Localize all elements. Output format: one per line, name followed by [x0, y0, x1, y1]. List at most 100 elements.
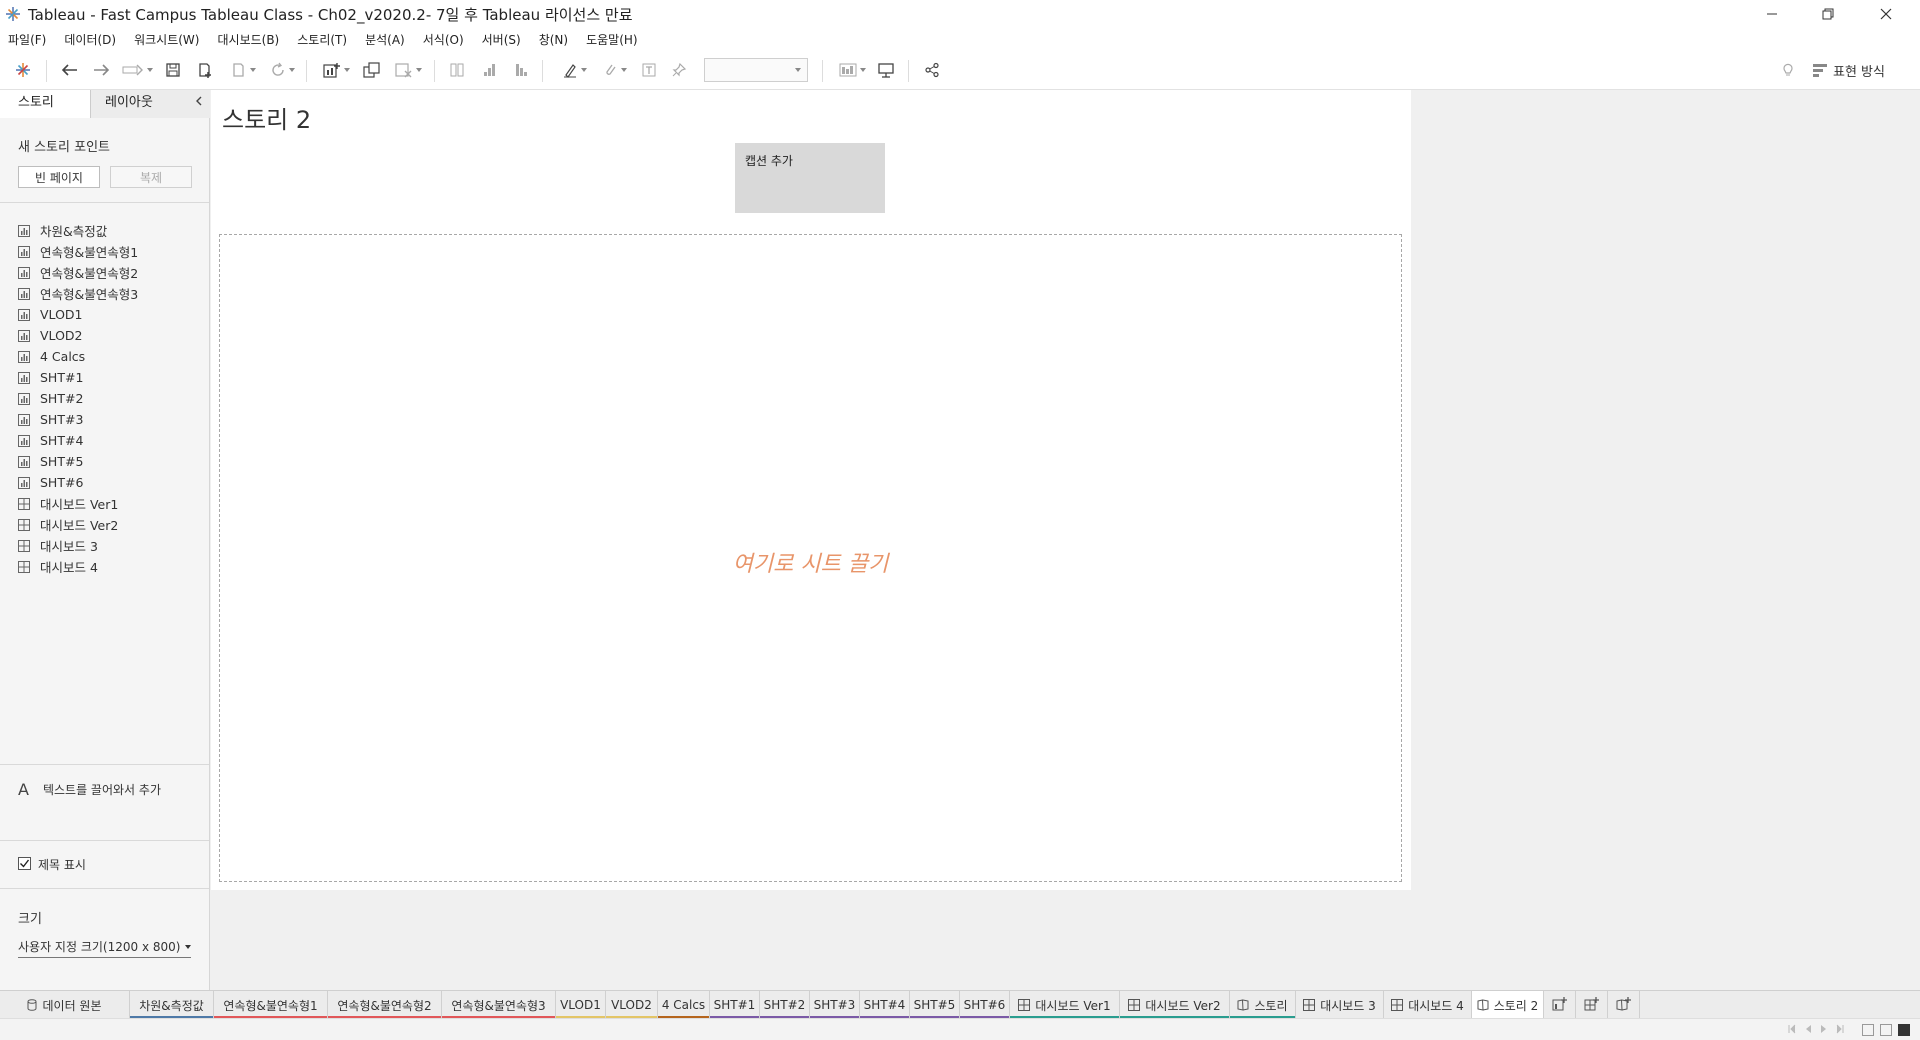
menu-format[interactable]: 서식(O)	[423, 31, 464, 48]
sheet-tab[interactable]: 4 Calcs	[658, 991, 710, 1019]
duplicate-sheet-button[interactable]	[360, 58, 384, 82]
blank-page-button[interactable]: 빈 페이지	[18, 166, 100, 188]
swap-rows-columns-button[interactable]	[446, 58, 468, 82]
story-sheet-item[interactable]: 연속형&불연속형1	[18, 241, 203, 262]
new-worksheet-button[interactable]	[318, 58, 354, 82]
sheet-tab[interactable]: SHT#5	[910, 991, 960, 1019]
close-button[interactable]	[1858, 0, 1914, 28]
sheet-tab[interactable]: 대시보드 Ver1	[1010, 991, 1120, 1019]
sheet-tab[interactable]: 데이터 원본	[0, 991, 130, 1019]
fix-axes-button[interactable]	[668, 58, 690, 82]
new-worksheet-icon	[322, 63, 340, 78]
run-update-button[interactable]	[264, 58, 300, 82]
group-members-button[interactable]	[596, 58, 632, 82]
filmstrip-view-icon[interactable]	[1862, 1024, 1874, 1036]
new-dashboard-tab-button[interactable]	[1576, 991, 1608, 1019]
pause-auto-updates-button[interactable]	[226, 58, 260, 82]
save-button[interactable]	[162, 58, 184, 82]
undo-button[interactable]	[58, 58, 82, 82]
sheet-tab[interactable]: VLOD2	[606, 991, 658, 1019]
fit-dropdown[interactable]	[704, 58, 808, 82]
story-sheet-item[interactable]: 4 Calcs	[18, 346, 203, 367]
story-sheet-item[interactable]: VLOD2	[18, 325, 203, 346]
view-mode-switcher[interactable]	[1862, 1024, 1910, 1036]
sheet-tab[interactable]: 차원&측정값	[130, 991, 214, 1019]
show-mark-labels-button[interactable]	[638, 58, 660, 82]
tableau-home-button[interactable]	[12, 58, 34, 82]
highlight-button[interactable]	[556, 58, 592, 82]
sheet-tab[interactable]: VLOD1	[556, 991, 606, 1019]
duplicate-button[interactable]: 복제	[110, 166, 192, 188]
story-canvas-area: 스토리 2 캡션 추가 여기로 시트 끌기	[211, 90, 1920, 990]
story-sheet-item[interactable]: SHT#6	[18, 472, 203, 493]
pause-updates-icon	[232, 63, 244, 77]
story-sheet-item[interactable]: 연속형&불연속형3	[18, 283, 203, 304]
sheet-tab[interactable]: 대시보드 4	[1384, 991, 1472, 1019]
sheet-tab[interactable]: SHT#4	[860, 991, 910, 1019]
show-title-checkbox[interactable]	[18, 857, 31, 870]
story-sheet-item[interactable]: VLOD1	[18, 304, 203, 325]
worksheet-icon	[18, 455, 30, 468]
size-dropdown[interactable]: 사용자 지정 크기(1200 x 800)	[18, 938, 192, 958]
replay-button[interactable]	[118, 58, 156, 82]
menu-server[interactable]: 서버(S)	[482, 31, 521, 48]
sort-ascending-button[interactable]	[478, 58, 500, 82]
sheet-tab[interactable]: 대시보드 3	[1296, 991, 1384, 1019]
sheet-tab[interactable]: 대시보드 Ver2	[1120, 991, 1230, 1019]
restore-button[interactable]	[1800, 0, 1856, 28]
format-painter-button[interactable]	[1776, 58, 1800, 82]
redo-button[interactable]	[89, 58, 113, 82]
sheet-tab[interactable]: SHT#6	[960, 991, 1010, 1019]
menu-help[interactable]: 도움말(H)	[586, 31, 638, 48]
story-sheet-item[interactable]: 대시보드 4	[18, 556, 203, 577]
sheet-tab[interactable]: SHT#2	[760, 991, 810, 1019]
new-data-source-button[interactable]	[194, 58, 216, 82]
share-button[interactable]	[920, 58, 944, 82]
drag-text-object[interactable]: A 텍스트를 끌어와서 추가	[18, 780, 161, 799]
show-me-button[interactable]: 표현 방식	[1812, 58, 1912, 82]
sheet-tab[interactable]: 연속형&불연속형1	[214, 991, 328, 1019]
story-sheet-item[interactable]: SHT#2	[18, 388, 203, 409]
story-point-caption[interactable]: 캡션 추가	[735, 143, 885, 213]
story-sheet-item[interactable]: 대시보드 3	[18, 535, 203, 556]
clear-sheet-button[interactable]	[390, 58, 426, 82]
sheet-tab[interactable]: 연속형&불연속형3	[442, 991, 556, 1019]
sheet-tab[interactable]: 스토리 2	[1472, 991, 1544, 1019]
sheet-tab[interactable]: 연속형&불연속형2	[328, 991, 442, 1019]
sheet-tab[interactable]: 스토리	[1230, 991, 1296, 1019]
presentation-mode-button[interactable]	[874, 58, 898, 82]
sheet-tab-label: 대시보드 Ver2	[1145, 998, 1221, 1013]
story-sheet-item[interactable]: 대시보드 Ver1	[18, 493, 203, 514]
sheet-tab[interactable]: SHT#1	[710, 991, 760, 1019]
tab-story[interactable]: 스토리	[0, 90, 90, 118]
menu-data[interactable]: 데이터(D)	[64, 31, 116, 48]
menu-analysis[interactable]: 분석(A)	[365, 31, 405, 48]
menu-dashboard[interactable]: 대시보드(B)	[217, 31, 279, 48]
story-sheet-item[interactable]: 대시보드 Ver2	[18, 514, 203, 535]
sort-descending-button[interactable]	[510, 58, 532, 82]
story-sheet-item[interactable]: 차원&측정값	[18, 220, 203, 241]
menu-story[interactable]: 스토리(T)	[297, 31, 347, 48]
sheet-tab[interactable]: SHT#3	[810, 991, 860, 1019]
story-title[interactable]: 스토리 2	[222, 100, 311, 135]
menu-window[interactable]: 창(N)	[539, 31, 568, 48]
sheet-sorter-icon[interactable]	[1898, 1024, 1910, 1036]
new-worksheet-tab-button[interactable]	[1544, 991, 1576, 1019]
checkmark-icon	[20, 859, 30, 868]
tab-nav-arrows[interactable]	[1788, 1024, 1844, 1034]
collapse-panel-icon[interactable]	[194, 90, 204, 116]
story-sheet-item[interactable]: SHT#4	[18, 430, 203, 451]
menu-file[interactable]: 파일(F)	[8, 31, 46, 48]
story-sheet-item[interactable]: 연속형&불연속형2	[18, 262, 203, 283]
story-sheet-item[interactable]: SHT#5	[18, 451, 203, 472]
show-cards-button[interactable]	[834, 58, 870, 82]
sheet-drop-zone[interactable]: 여기로 시트 끌기	[219, 234, 1402, 882]
menu-worksheet[interactable]: 워크시트(W)	[134, 31, 199, 48]
story-sheet-item[interactable]: SHT#3	[18, 409, 203, 430]
story-sheet-item[interactable]: SHT#1	[18, 367, 203, 388]
tabs-view-icon[interactable]	[1880, 1024, 1892, 1036]
sheet-tab-label: SHT#4	[863, 998, 906, 1012]
new-story-tab-button[interactable]	[1608, 991, 1640, 1019]
tab-layout[interactable]: 레이아웃	[90, 90, 210, 118]
minimize-button[interactable]	[1744, 0, 1800, 28]
